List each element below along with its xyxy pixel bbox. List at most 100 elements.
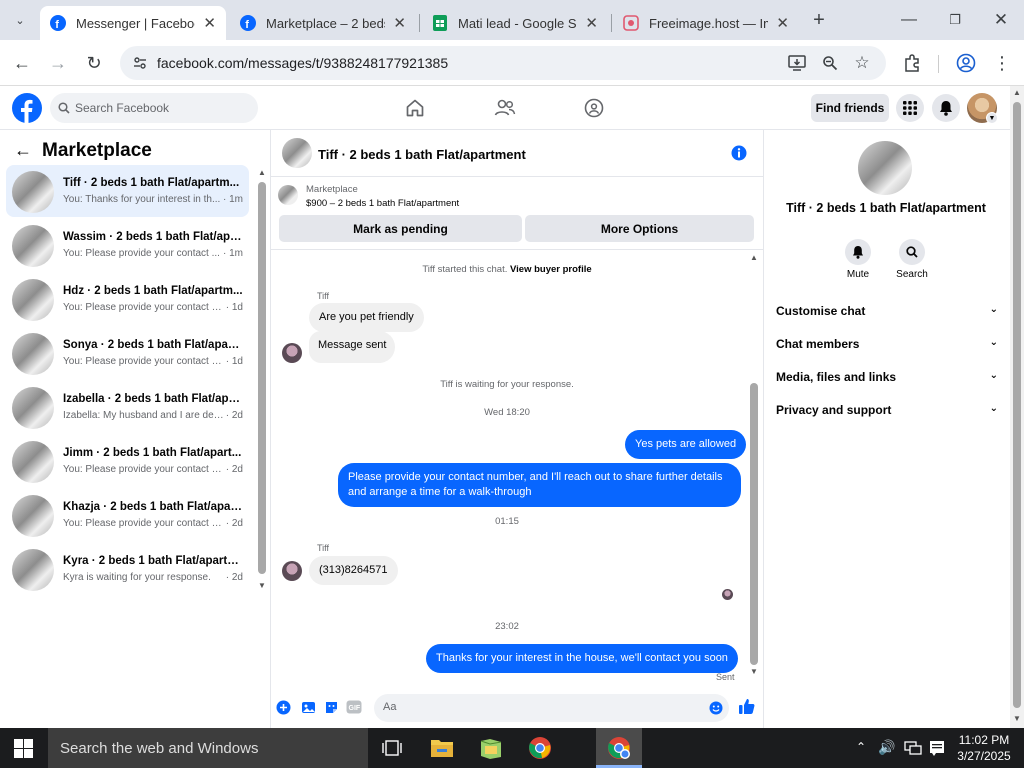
conversation-name: Wassim · 2 beds 1 bath Flat/apa...: [63, 231, 243, 243]
message-input[interactable]: Aa: [374, 694, 729, 722]
zoom-icon[interactable]: [818, 51, 842, 75]
close-tab-icon[interactable]: ✕: [585, 14, 598, 32]
restore-window-icon[interactable]: ❐: [943, 8, 967, 32]
url-text[interactable]: facebook.com/messages/t/9388248177921385: [157, 55, 448, 71]
close-tab-icon[interactable]: ✕: [393, 14, 406, 32]
profile-icon[interactable]: [954, 51, 978, 75]
windows-start-icon[interactable]: [14, 739, 33, 758]
network-icon[interactable]: [904, 740, 922, 756]
browser-toolbar: ← → ↻ facebook.com/messages/t/9388248177…: [0, 40, 1024, 86]
task-view-icon[interactable]: [381, 738, 403, 758]
list-item[interactable]: Khazja · 2 beds 1 bath Flat/apar... You:…: [6, 489, 249, 541]
list-item[interactable]: Sonya · 2 beds 1 bath Flat/apart... You:…: [6, 327, 249, 379]
message-bubble-outgoing[interactable]: Please provide your contact number, and …: [338, 463, 741, 507]
list-item[interactable]: Tiff · 2 beds 1 bath Flat/apartm... You:…: [6, 165, 249, 217]
taskbar-search-input[interactable]: Search the web and Windows: [48, 728, 368, 768]
page-scrollbar[interactable]: ▲ ▼: [1010, 86, 1024, 728]
scrollbar-thumb[interactable]: [258, 182, 266, 574]
clock-date: 3/27/2025: [957, 749, 1011, 763]
customise-chat-section[interactable]: Customise chat ⌄: [776, 304, 998, 318]
back-icon[interactable]: ←: [10, 51, 34, 75]
new-tab-icon[interactable]: +: [807, 8, 831, 32]
home-icon[interactable]: [401, 94, 429, 122]
close-tab-icon[interactable]: ✕: [203, 14, 216, 32]
tab-marketplace[interactable]: f Marketplace – 2 beds 1 ✕: [230, 6, 416, 40]
chevron-up-icon[interactable]: ⌃: [856, 740, 866, 754]
list-item[interactable]: Izabella · 2 beds 1 bath Flat/apa... Iza…: [6, 381, 249, 433]
volume-icon[interactable]: 🔊: [878, 739, 895, 756]
extensions-icon[interactable]: [900, 51, 924, 75]
find-friends-button[interactable]: Find friends: [811, 94, 889, 122]
chevron-down-icon[interactable]: ▼: [986, 112, 998, 124]
site-info-icon[interactable]: [128, 51, 152, 75]
install-app-icon[interactable]: [785, 51, 809, 75]
scroll-down-icon[interactable]: ▼: [1013, 714, 1021, 723]
action-center-icon[interactable]: [929, 740, 945, 756]
listing-thumbnail[interactable]: [278, 185, 298, 205]
scroll-down-icon[interactable]: ▼: [258, 581, 266, 590]
notifications-bell-icon[interactable]: [932, 94, 960, 122]
back-arrow-icon[interactable]: ←: [14, 140, 32, 161]
chat-title[interactable]: Tiff · 2 beds 1 bath Flat/apartment: [318, 147, 526, 162]
scrollbar-thumb[interactable]: [750, 383, 758, 665]
view-buyer-profile-link[interactable]: View buyer profile: [510, 264, 592, 275]
thumbs-up-icon[interactable]: [737, 697, 755, 715]
system-clock[interactable]: 11:02 PM 3/27/2025: [952, 732, 1016, 764]
scroll-up-icon[interactable]: ▲: [750, 253, 758, 262]
close-tab-icon[interactable]: ✕: [776, 14, 789, 32]
bookmark-star-icon[interactable]: ☆: [850, 51, 874, 75]
chat-scrollbar[interactable]: ▲ ▼: [749, 253, 759, 678]
files-app-icon[interactable]: [479, 737, 503, 759]
media-files-links-section[interactable]: Media, files and links ⌄: [776, 370, 998, 384]
chrome-active-window[interactable]: [596, 728, 642, 768]
forward-icon[interactable]: →: [46, 51, 70, 75]
listing-title[interactable]: $900 – 2 beds 1 bath Flat/apartment: [306, 198, 459, 209]
chat-members-section[interactable]: Chat members ⌄: [776, 337, 998, 351]
list-item[interactable]: Jimm · 2 beds 1 bath Flat/apart... You: …: [6, 435, 249, 487]
facebook-search-input[interactable]: Search Facebook: [50, 93, 258, 123]
plus-circle-icon[interactable]: [275, 699, 291, 715]
chrome-icon[interactable]: [528, 736, 552, 760]
more-options-button[interactable]: More Options: [525, 215, 754, 242]
menu-grid-icon[interactable]: [896, 94, 924, 122]
tab-google-sheets[interactable]: Mati lead - Google Sh ✕: [422, 6, 608, 40]
chevron-down-icon: ⌄: [989, 337, 998, 348]
message-bubble-outgoing[interactable]: Yes pets are allowed: [625, 430, 747, 459]
address-bar[interactable]: facebook.com/messages/t/9388248177921385…: [120, 46, 886, 80]
scroll-up-icon[interactable]: ▲: [1013, 88, 1021, 97]
scrollbar-thumb[interactable]: [1013, 102, 1021, 708]
emoji-icon[interactable]: [709, 701, 723, 715]
friends-icon[interactable]: [491, 94, 519, 122]
file-explorer-icon[interactable]: [430, 737, 454, 759]
mark-as-pending-button[interactable]: Mark as pending: [279, 215, 522, 242]
conversation-list-scrollbar[interactable]: ▲ ▼: [257, 168, 267, 593]
avatar[interactable]: [282, 138, 312, 168]
list-item[interactable]: Wassim · 2 beds 1 bath Flat/apa... You: …: [6, 219, 249, 271]
scroll-up-icon[interactable]: ▲: [258, 168, 266, 177]
gif-icon[interactable]: GIF: [346, 699, 362, 715]
facebook-logo-icon[interactable]: [12, 93, 42, 123]
list-item[interactable]: Hdz · 2 beds 1 bath Flat/apartm... You: …: [6, 273, 249, 325]
groups-icon[interactable]: [580, 94, 608, 122]
tab-messenger[interactable]: f Messenger | Facebook ✕: [40, 6, 226, 40]
message-bubble-incoming[interactable]: Are you pet friendly: [309, 303, 424, 332]
sticker-icon[interactable]: [323, 699, 339, 715]
message-bubble-incoming[interactable]: (313)8264571: [309, 556, 398, 585]
mute-bell-icon[interactable]: [845, 239, 871, 265]
conversation-preview: You: Please provide your contact ... · 1m: [63, 248, 243, 259]
mute-label: Mute: [846, 269, 870, 280]
list-item[interactable]: Kyra · 2 beds 1 bath Flat/apartm... Kyra…: [6, 543, 249, 595]
browser-menu-icon[interactable]: ⋮: [990, 51, 1014, 75]
minimize-window-icon[interactable]: —: [897, 8, 921, 32]
privacy-support-section[interactable]: Privacy and support ⌄: [776, 403, 998, 417]
scroll-down-icon[interactable]: ▼: [750, 667, 758, 676]
reload-icon[interactable]: ↻: [82, 51, 106, 75]
message-bubble-outgoing[interactable]: Thanks for your interest in the house, w…: [426, 644, 738, 673]
search-in-chat-icon[interactable]: [899, 239, 925, 265]
close-window-icon[interactable]: ✕: [989, 8, 1013, 32]
photo-icon[interactable]: [300, 699, 316, 715]
info-icon[interactable]: [731, 145, 747, 161]
tab-search-icon[interactable]: ⌄: [8, 8, 32, 32]
tab-freeimage[interactable]: Freeimage.host — Ima ✕: [613, 6, 799, 40]
message-bubble-incoming[interactable]: Message sent: [309, 331, 396, 363]
